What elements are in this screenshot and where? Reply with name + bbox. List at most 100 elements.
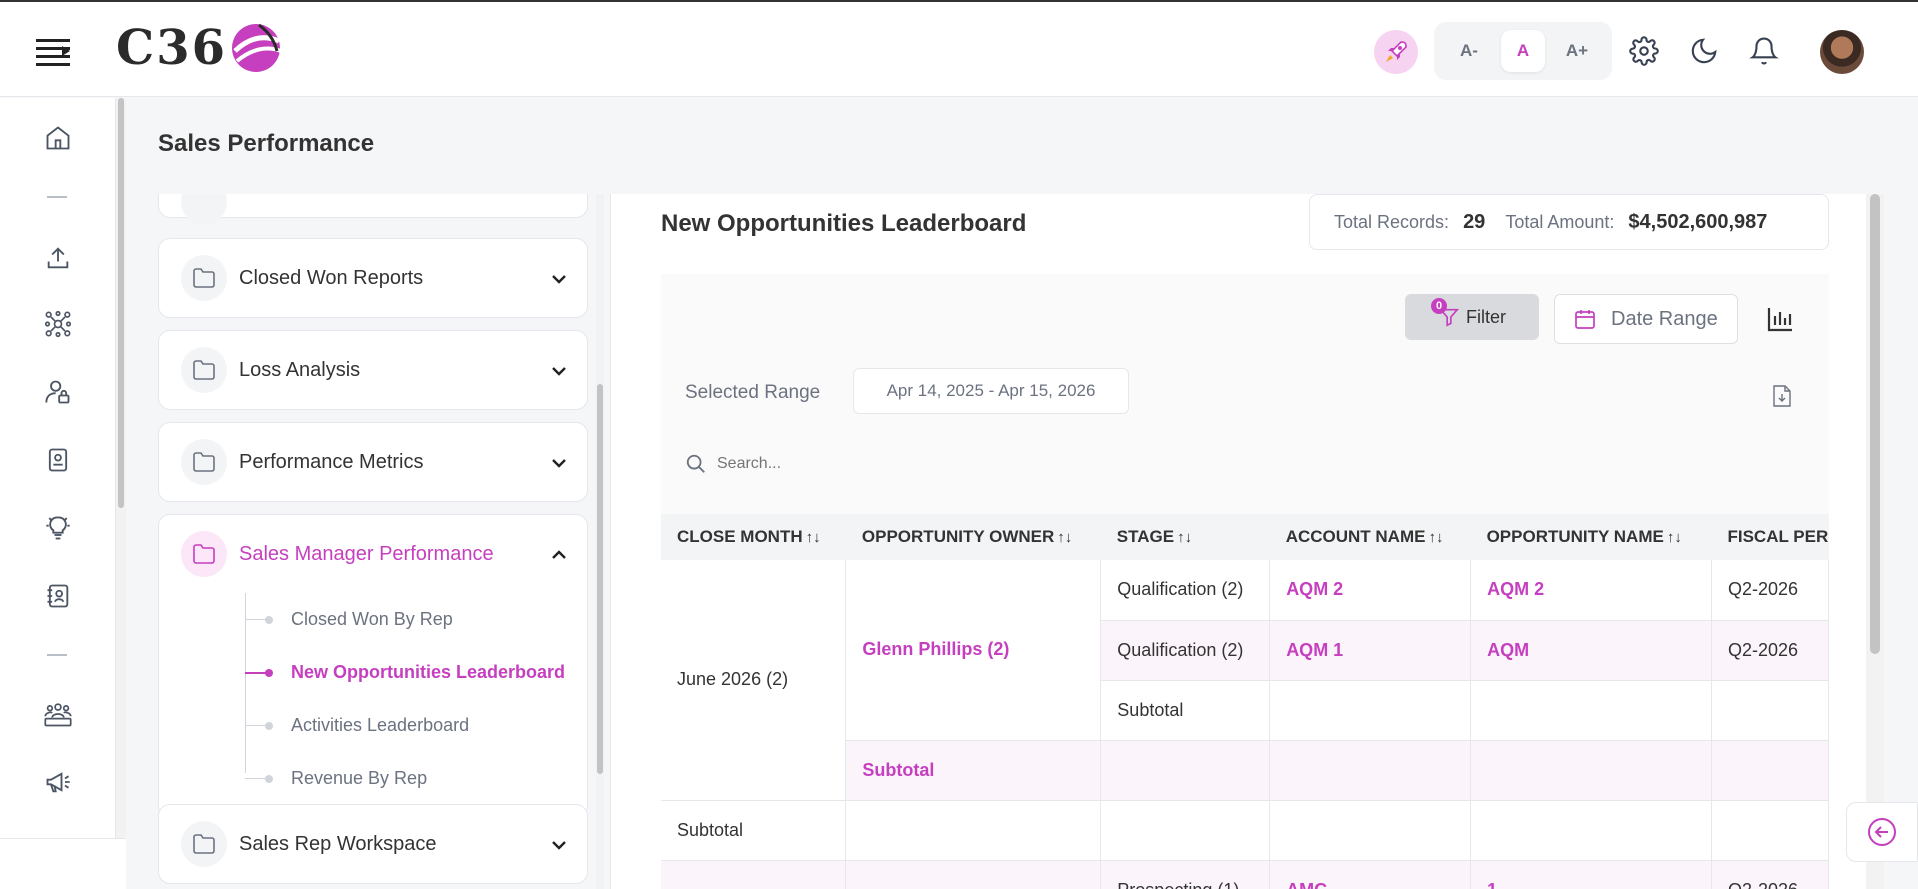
folder-loss-analysis[interactable]: Loss Analysis (158, 330, 588, 410)
opportunity-link[interactable]: AQM (1470, 620, 1712, 681)
badge-icon[interactable] (42, 444, 74, 476)
rail-scrollbar[interactable] (116, 98, 126, 889)
gear-icon[interactable] (1627, 34, 1661, 68)
selected-range-label: Selected Range (685, 382, 821, 403)
folder-sales-manager-performance[interactable]: Sales Manager Performance Closed Won By … (158, 514, 588, 818)
opportunity-link[interactable]: AQM 2 (1470, 560, 1712, 621)
chevron-down-icon[interactable] (549, 269, 569, 289)
report-item-label: New Opportunities Leaderboard (291, 662, 566, 682)
report-list: Closed Won By Rep New Opportunities Lead… (159, 593, 587, 817)
account-link[interactable]: AQM 1 (1269, 620, 1472, 681)
arrow-left-circle-icon (1868, 818, 1896, 846)
folder-closed-won-reports[interactable]: Closed Won Reports (158, 238, 588, 318)
search-icon (686, 454, 705, 473)
column-header-opportunity-name[interactable]: OPPORTUNITY NAME ↑↓ (1470, 514, 1712, 560)
date-range-button[interactable]: Date Range (1554, 294, 1738, 344)
opportunity-link[interactable]: 1 (1470, 860, 1712, 889)
stage-cell: Prospecting (1) (1100, 860, 1271, 889)
owner-subtotal-cell: Subtotal (845, 740, 1102, 801)
fiscal-period-cell: Q2-2026 (1711, 860, 1830, 889)
report-item-activities-leaderboard[interactable]: Activities Leaderboard (159, 699, 587, 752)
total-amount-value: $4,502,600,987 (1628, 210, 1768, 233)
folder-performance-metrics[interactable]: Performance Metrics (158, 422, 588, 502)
team-icon[interactable] (42, 698, 74, 730)
user-avatar[interactable] (1820, 30, 1864, 74)
contacts-book-icon[interactable] (42, 580, 74, 612)
main-scrollbar[interactable] (1866, 194, 1884, 889)
chevron-down-icon[interactable] (549, 835, 569, 855)
folder-card-partial[interactable] (158, 194, 588, 225)
collapse-back-button[interactable] (1846, 802, 1918, 862)
page-title: Sales Performance (158, 130, 375, 157)
folder-sales-rep-workspace[interactable]: Sales Rep Workspace (158, 804, 588, 884)
tree-scrollbar[interactable] (596, 194, 604, 889)
search-box (685, 444, 1085, 484)
leaderboard-table: CLOSE MONTH ↑↓ OPPORTUNITY OWNER ↑↓ STAGE ↑… (661, 514, 1830, 889)
font-decrease-button[interactable]: A- (1447, 30, 1491, 72)
chevron-up-icon[interactable] (549, 545, 569, 565)
logo-text: C36 (116, 20, 227, 76)
filter-label: Filter (1466, 306, 1506, 327)
left-nav-rail (0, 98, 116, 889)
font-increase-button[interactable]: A+ (1555, 30, 1599, 72)
rocket-icon[interactable] (1374, 30, 1418, 74)
user-lock-icon[interactable] (42, 376, 74, 408)
search-input[interactable] (717, 455, 1057, 473)
column-header-account-name[interactable]: ACCOUNT NAME ↑↓ (1269, 514, 1471, 560)
moon-icon[interactable] (1687, 34, 1721, 68)
stage-cell: Qualification (2) (1100, 560, 1271, 621)
report-folder-tree: Closed Won Reports Loss Analysis Perform… (158, 194, 588, 889)
report-item-revenue-by-rep[interactable]: Revenue By Rep (159, 752, 587, 805)
account-link[interactable]: AMC (1269, 860, 1472, 889)
upload-icon[interactable] (42, 242, 74, 274)
table-row: Prospecting (1) AMC 1 Q2-2026 (661, 860, 1830, 889)
account-link[interactable]: AQM 2 (1269, 560, 1472, 621)
fiscal-period-cell: Q2-2026 (1711, 620, 1830, 681)
stage-cell: Qualification (2) (1100, 620, 1271, 681)
rail-divider (47, 196, 67, 198)
folder-icon (181, 821, 227, 867)
menu-toggle-icon[interactable] (36, 36, 70, 66)
column-header-close-month[interactable]: CLOSE MONTH ↑↓ (661, 514, 846, 560)
report-item-new-opportunities-leaderboard[interactable]: New Opportunities Leaderboard (159, 646, 587, 699)
network-icon[interactable] (42, 308, 74, 340)
total-amount-label: Total Amount: (1505, 211, 1615, 232)
folder-label: Performance Metrics (239, 450, 424, 473)
chevron-down-icon[interactable] (549, 361, 569, 381)
table-row: Subtotal (661, 800, 1830, 861)
date-range-label: Date Range (1611, 307, 1718, 330)
bar-chart-icon[interactable] (1765, 304, 1795, 334)
month-subtotal-cell: Subtotal (661, 800, 847, 861)
folder-label: Sales Manager Performance (239, 542, 494, 565)
report-item-label: Revenue By Rep (291, 768, 428, 788)
filter-count-badge: 0 (1431, 298, 1447, 314)
folder-icon (181, 347, 227, 393)
column-header-opportunity-owner[interactable]: OPPORTUNITY OWNER ↑↓ (845, 514, 1101, 560)
download-file-icon[interactable] (1771, 384, 1793, 408)
report-item-label: Closed Won By Rep (291, 609, 453, 629)
stage-subtotal-cell: Subtotal (1100, 680, 1271, 741)
column-header-stage[interactable]: STAGE ↑↓ (1100, 514, 1270, 560)
font-default-button[interactable]: A (1501, 30, 1545, 72)
report-title: New Opportunities Leaderboard (661, 210, 1027, 237)
app-header: C36 A- A A+ (0, 2, 1918, 97)
filter-button[interactable]: 0 Filter (1405, 294, 1539, 340)
home-icon[interactable] (42, 122, 74, 154)
chevron-down-icon[interactable] (549, 453, 569, 473)
calendar-icon (1575, 310, 1595, 329)
app-logo[interactable]: C36 (116, 20, 283, 76)
report-item-closed-won-by-rep[interactable]: Closed Won By Rep (159, 593, 587, 646)
table-header-row: CLOSE MONTH ↑↓ OPPORTUNITY OWNER ↑↓ STAGE ↑… (661, 514, 1829, 560)
column-header-fiscal-period[interactable]: FISCAL PER (1711, 514, 1829, 560)
folder-label: Closed Won Reports (239, 266, 424, 289)
lightbulb-icon[interactable] (42, 512, 74, 544)
logo-globe-icon (232, 23, 282, 72)
megaphone-icon[interactable] (42, 766, 74, 798)
rail-divider (47, 654, 67, 656)
folder-label: Loss Analysis (239, 358, 361, 381)
folder-icon (181, 439, 227, 485)
owner-link[interactable]: Glenn Phillips (2) (845, 560, 1102, 741)
bell-icon[interactable] (1747, 34, 1781, 68)
rail-footer (0, 838, 126, 889)
folder-icon (181, 194, 227, 225)
